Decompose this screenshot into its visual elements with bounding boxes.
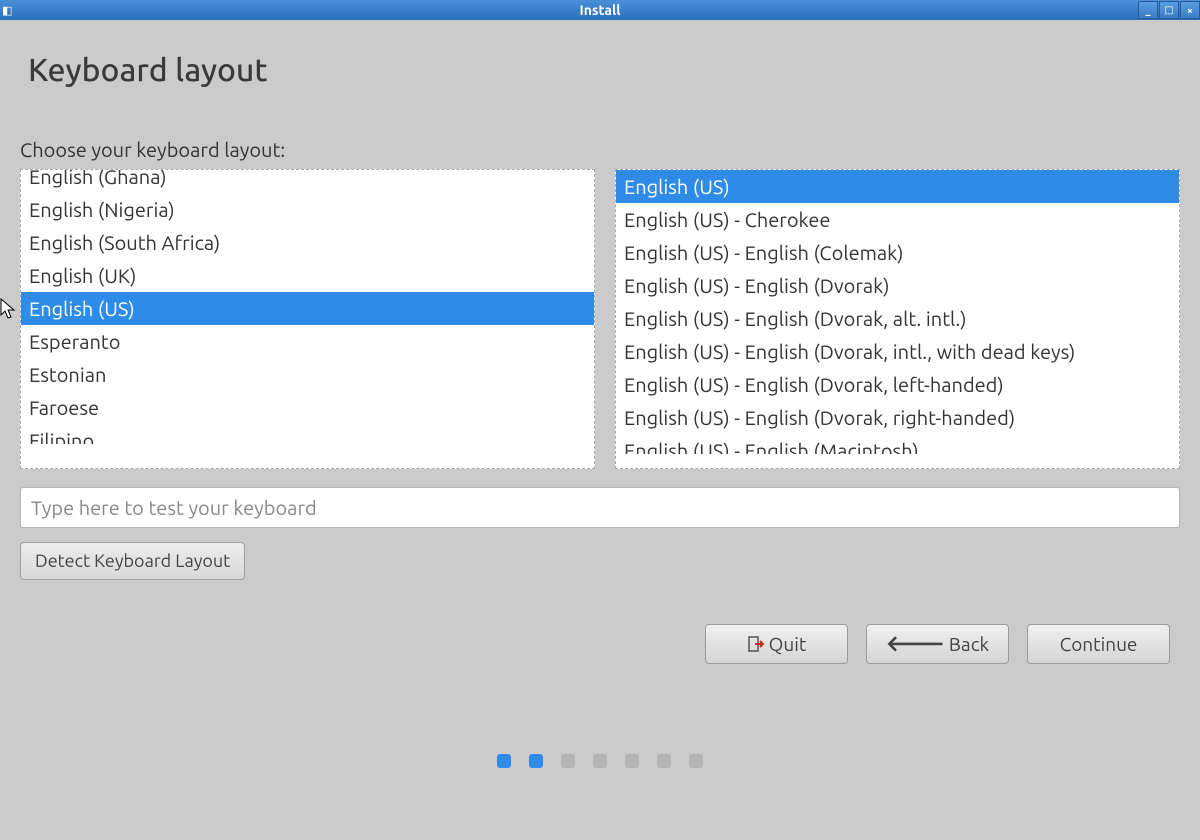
close-icon: × [1187,5,1193,16]
content-area: Keyboard layout Choose your keyboard lay… [0,52,1200,768]
layout-item[interactable]: English (South Africa) [21,226,594,259]
variant-listbox[interactable]: English (US)English (US) - CherokeeEngli… [615,169,1180,469]
close-button[interactable]: × [1180,1,1200,19]
app-menu-icon: ◧ [2,4,12,17]
progress-dot [593,754,607,768]
layout-item[interactable]: English (UK) [21,259,594,292]
quit-icon [747,635,765,653]
window-controls: _ □ × [1137,1,1200,19]
minimize-icon: _ [1146,5,1151,16]
variant-item[interactable]: English (US) - English (Colemak) [616,236,1179,269]
layout-item[interactable]: Faroese [21,391,594,424]
variant-item[interactable]: English (US) - English (Dvorak, right-ha… [616,401,1179,434]
layout-item[interactable]: English (Ghana) [21,169,594,193]
keyboard-test-input[interactable] [20,487,1180,528]
continue-button[interactable]: Continue [1027,624,1170,664]
progress-dot [625,754,639,768]
titlebar-left: ◧ [0,4,12,17]
maximize-button[interactable]: □ [1159,1,1179,19]
variant-item[interactable]: English (US) - English (Dvorak, alt. int… [616,302,1179,335]
layout-listbox[interactable]: English (Ghana)English (Nigeria)English … [20,169,595,469]
continue-label: Continue [1060,633,1138,655]
quit-button[interactable]: Quit [705,624,848,664]
layout-item[interactable]: Esperanto [21,325,594,358]
variant-item[interactable]: English (US) - English (Dvorak, left-han… [616,368,1179,401]
layout-item[interactable]: Filipino [21,424,594,444]
choose-label: Choose your keyboard layout: [20,138,1180,161]
quit-label: Quit [769,633,807,655]
layouts-row: English (Ghana)English (Nigeria)English … [20,169,1180,469]
layout-item[interactable]: Estonian [21,358,594,391]
back-arrow-icon: 🡐 [886,633,945,655]
layout-item[interactable]: English (US) [21,292,594,325]
progress-dot [689,754,703,768]
progress-dot [657,754,671,768]
variant-item[interactable]: English (US) - Cherokee [616,203,1179,236]
progress-dot [561,754,575,768]
window-title: Install [580,2,621,18]
minimize-button[interactable]: _ [1138,1,1158,19]
detect-keyboard-button[interactable]: Detect Keyboard Layout [20,542,245,580]
titlebar: ◧ Install _ □ × [0,0,1200,20]
layout-item[interactable]: English (Nigeria) [21,193,594,226]
variant-item[interactable]: English (US) [616,170,1179,203]
back-button[interactable]: 🡐 Back [866,624,1009,664]
page-title: Keyboard layout [28,52,1180,88]
variant-item[interactable]: English (US) - English (Macintosh) [616,434,1179,454]
variant-item[interactable]: English (US) - English (Dvorak, intl., w… [616,335,1179,368]
back-label: Back [949,633,989,655]
progress-indicator [20,754,1180,768]
progress-dot [497,754,511,768]
variant-item[interactable]: English (US) - English (Dvorak) [616,269,1179,302]
nav-buttons: Quit 🡐 Back Continue [20,624,1180,664]
maximize-icon: □ [1164,4,1173,16]
progress-dot [529,754,543,768]
